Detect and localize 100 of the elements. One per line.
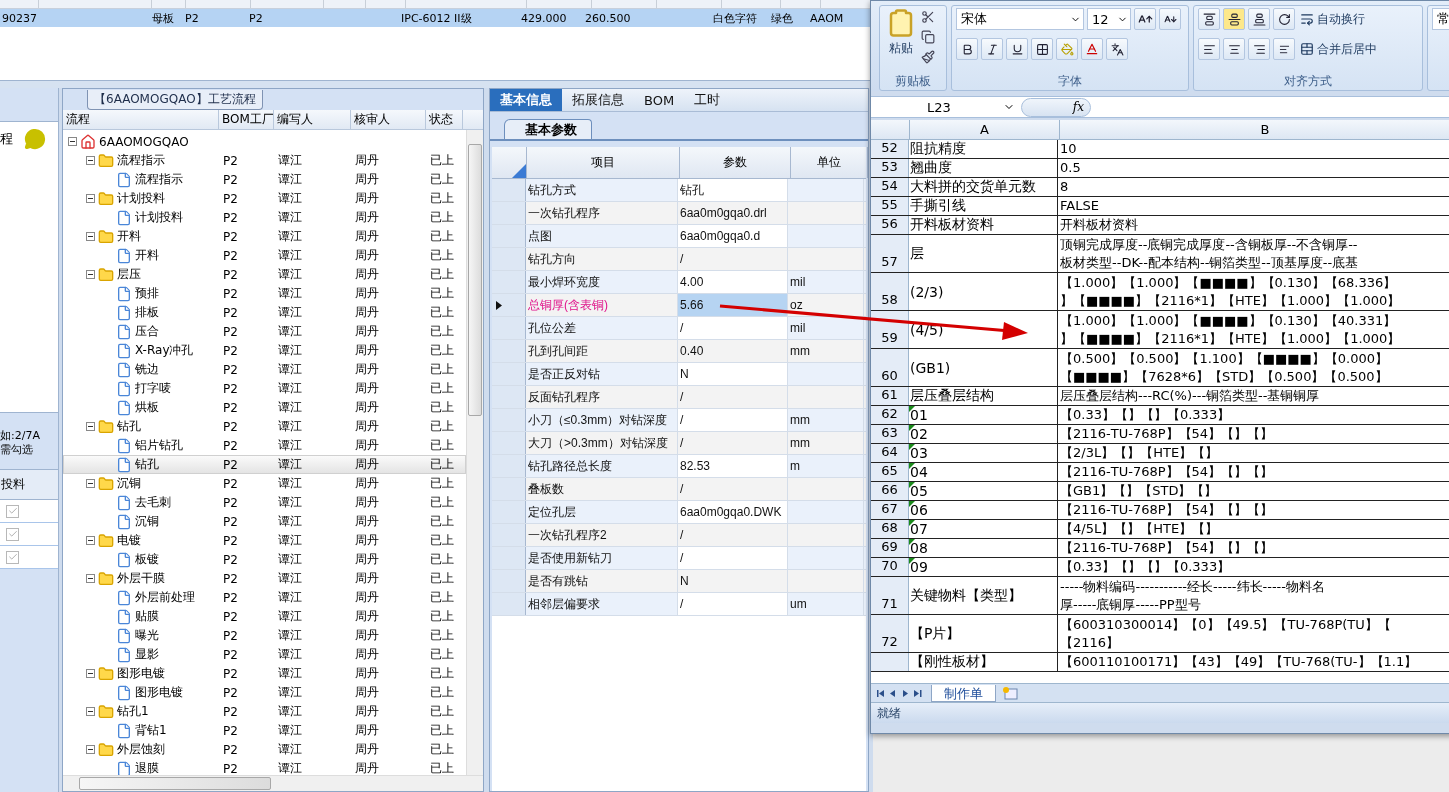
collapse-icon[interactable] [86,479,95,488]
tree-row[interactable]: 计划投料 P2 谭江 周丹 已上 [63,189,466,208]
tree-row[interactable]: 流程指示 P2 谭江 周丹 已上 [63,151,466,170]
row-number[interactable]: 72 [871,615,909,652]
tree-row[interactable]: 外层前处理 P2 谭江 周丹 已上 [63,588,466,607]
row-number[interactable]: 64 [871,444,909,462]
table-row[interactable]: 一次钻孔程序2 / [492,524,866,547]
collapse-icon[interactable] [86,232,95,241]
paste-button[interactable]: 粘贴 [884,8,918,70]
table-cell[interactable]: 0.40 [678,340,788,362]
tree-row[interactable]: 开料 P2 谭江 周丹 已上 [63,227,466,246]
column-header[interactable]: 单位 [791,147,868,178]
tree-row[interactable]: 曝光 P2 谭江 周丹 已上 [63,626,466,645]
row-number[interactable]: 59 [871,311,909,348]
tree-row[interactable]: 打字唛 P2 谭江 周丹 已上 [63,379,466,398]
table-row[interactable]: 反面钻孔程序 / [492,386,866,409]
name-box[interactable]: L23 [871,99,1021,115]
align-bottom-icon[interactable] [1248,8,1270,30]
paintbrush-icon[interactable] [921,50,935,64]
table-row[interactable]: 钻孔方式 钻孔 [492,179,866,202]
align-center-icon[interactable] [1223,38,1245,60]
table-cell[interactable]: / [678,593,788,615]
row-number[interactable]: 70 [871,558,909,576]
table-cell[interactable]: / [678,432,788,454]
row-number[interactable]: 66 [871,482,909,500]
table-row[interactable]: 相邻层偏要求 / um [492,593,866,616]
table-row[interactable]: 最小焊环宽度 4.00 mil [492,271,866,294]
column-header[interactable]: 状态 [426,110,463,129]
row-number[interactable]: 52 [871,140,909,158]
table-cell[interactable]: 6aa0m0gqa0.d [678,225,788,247]
table-cell[interactable]: 5.66 [678,294,788,316]
table-cell[interactable]: / [678,524,788,546]
tree-row[interactable]: 图形电镀 P2 谭江 周丹 已上 [63,683,466,702]
tab[interactable]: 基本参数 [504,119,592,139]
table-row[interactable]: 是否正反对钻 N [492,363,866,386]
collapse-icon[interactable] [86,669,95,678]
row-number[interactable]: 68 [871,520,909,538]
align-middle-icon[interactable] [1223,8,1245,30]
table-row[interactable]: 大刀（>0.3mm）对钻深度 / mm [492,432,866,455]
borders-icon[interactable] [1031,38,1053,60]
column-header[interactable]: 编写人 [274,110,351,129]
tree-row[interactable]: 压合 P2 谭江 周丹 已上 [63,322,466,341]
horizontal-scrollbar[interactable] [63,775,483,791]
tree-row[interactable]: 显影 P2 谭江 周丹 已上 [63,645,466,664]
copy-icon[interactable] [921,30,935,44]
table-row[interactable]: 叠板数 / [492,478,866,501]
column-header[interactable]: BOM工厂 [219,110,274,129]
vertical-scrollbar[interactable] [466,130,483,775]
collapse-icon[interactable] [86,536,95,545]
tree-row[interactable]: 铝片钻孔 P2 谭江 周丹 已上 [63,436,466,455]
tab[interactable]: BOM [634,89,685,111]
column-header[interactable]: 核审人 [351,110,426,129]
table-row[interactable]: 定位孔层 6aa0m0gqa0.DWK [492,501,866,524]
row-number[interactable]: 67 [871,501,909,519]
tree-row[interactable]: X-Ray冲孔 P2 谭江 周丹 已上 [63,341,466,360]
table-cell[interactable]: / [678,317,788,339]
table-row[interactable]: 总铜厚(含表铜) 5.66 oz [492,294,866,317]
tree-row[interactable]: 排板 P2 谭江 周丹 已上 [63,303,466,322]
sheet-tab[interactable]: 制作单 [931,684,996,702]
text-rotation-icon[interactable] [1273,8,1295,30]
fill-color-icon[interactable] [1056,38,1078,60]
collapse-icon[interactable] [86,707,95,716]
tree-row[interactable]: 计划投料 P2 谭江 周丹 已上 [63,208,466,227]
tree-row[interactable]: 铣边 P2 谭江 周丹 已上 [63,360,466,379]
underline-icon[interactable] [1006,38,1028,60]
collapse-icon[interactable] [68,137,77,146]
collapse-icon[interactable] [86,194,95,203]
collapse-icon[interactable] [86,745,95,754]
table-cell[interactable]: / [678,248,788,270]
align-left-icon[interactable] [1198,38,1220,60]
row-number[interactable]: 71 [871,577,909,614]
tree-row[interactable]: 钻孔1 P2 谭江 周丹 已上 [63,702,466,721]
table-cell[interactable]: 4.00 [678,271,788,293]
table-cell[interactable]: 82.53 [678,455,788,477]
grid-row[interactable]: 90237 母板 P2 P2 IPC-6012 II级 429.000 260.500 白色字符 绿色 AAOM [0,9,870,27]
row-number[interactable]: 61 [871,387,909,405]
table-cell[interactable]: 6aa0m0gqa0.DWK [678,501,788,523]
table-row[interactable]: 钻孔路径总长度 82.53 m [492,455,866,478]
row-number[interactable]: 58 [871,273,909,310]
column-header[interactable]: B [1060,120,1449,139]
tree-row[interactable]: 板镀 P2 谭江 周丹 已上 [63,550,466,569]
collapse-icon[interactable] [86,422,95,431]
table-row[interactable]: 小刀（≤0.3mm）对钻深度 / mm [492,409,866,432]
font-size-field[interactable]: 12 [1087,8,1131,30]
tab[interactable]: 工时 [684,89,731,111]
table-row[interactable]: 是否有跳钻 N [492,570,866,593]
row-number[interactable]: 69 [871,539,909,557]
row-number[interactable]: 53 [871,159,909,177]
number-format-field[interactable]: 常 [1432,8,1449,30]
tree-row[interactable]: 钻孔 P2 谭江 周丹 已上 [63,455,466,474]
column-header[interactable]: 参数 [680,147,791,178]
table-row[interactable]: 是否使用新钻刀 / [492,547,866,570]
table-row[interactable]: 点图 6aa0m0gqa0.d [492,225,866,248]
table-cell[interactable]: / [678,547,788,569]
table-cell[interactable]: N [678,570,788,592]
collapse-icon[interactable] [86,156,95,165]
table-row[interactable]: 孔位公差 / mil [492,317,866,340]
table-row[interactable]: 一次钻孔程序 6aa0m0gqa0.drl [492,202,866,225]
table-cell[interactable]: N [678,363,788,385]
row-number[interactable]: 62 [871,406,909,424]
